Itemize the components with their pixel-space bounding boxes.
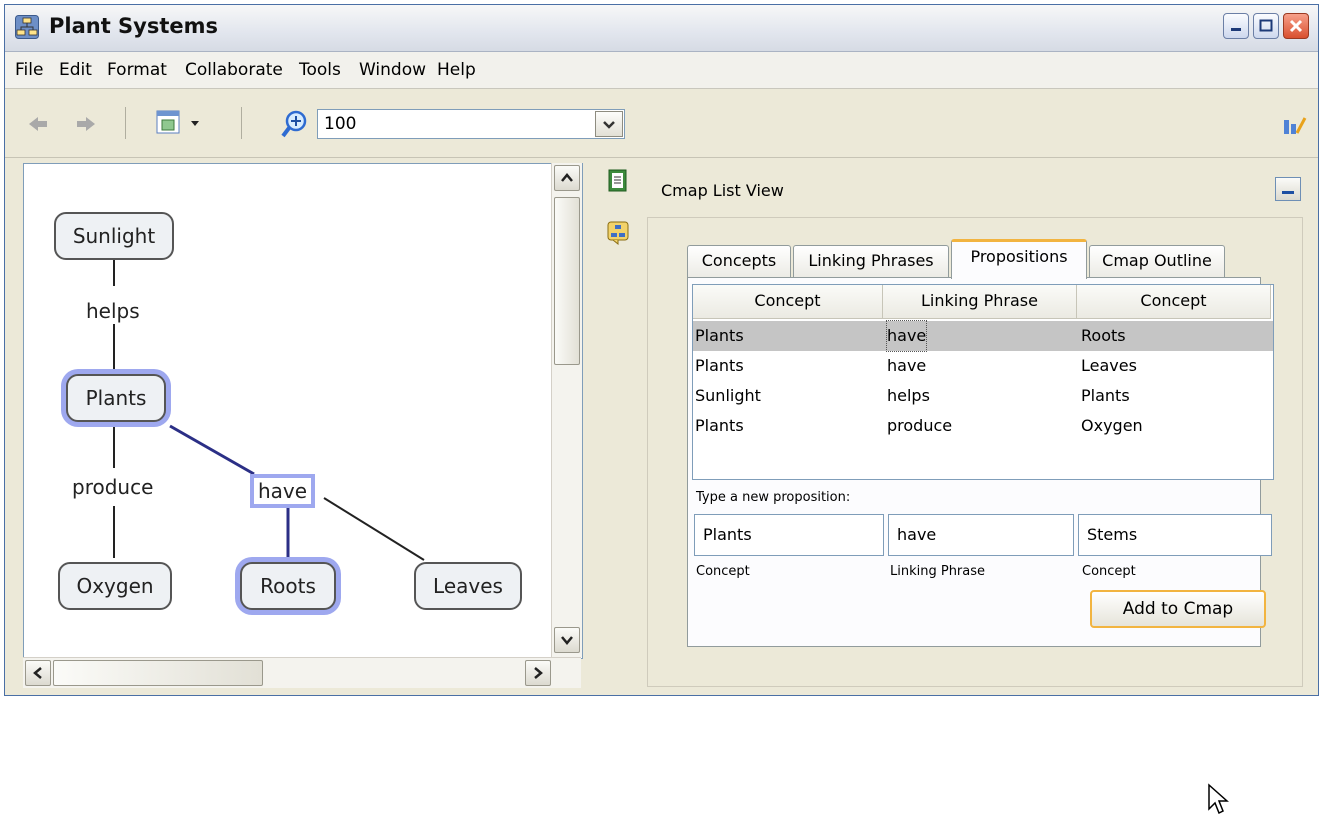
concept-sunlight[interactable]: Sunlight: [54, 212, 174, 260]
new-linking-phrase-input[interactable]: have: [888, 514, 1074, 556]
cmap-app-icon: [15, 15, 39, 39]
concept-oxygen[interactable]: Oxygen: [58, 562, 172, 610]
new-proposition-label: Type a new proposition:: [696, 490, 851, 505]
menu-format[interactable]: Format: [107, 60, 167, 80]
view-menu-icon[interactable]: [153, 109, 207, 139]
chevron-up-icon: [561, 173, 573, 182]
zoom-dropdown-button[interactable]: [595, 111, 623, 137]
minimize-icon: [1282, 191, 1294, 194]
back-arrow-icon[interactable]: [27, 115, 49, 133]
vertical-scrollbar[interactable]: [551, 163, 582, 657]
table-cell: Sunlight: [695, 386, 761, 405]
window-title: Plant Systems: [49, 14, 219, 38]
table-row[interactable]: Sunlight helps Plants: [693, 381, 1273, 411]
column-header-concept[interactable]: Concept: [693, 285, 883, 319]
link-have[interactable]: have: [249, 474, 316, 508]
scroll-right-button[interactable]: [525, 660, 551, 686]
concept-plants[interactable]: Plants: [66, 374, 166, 422]
view-switcher: [601, 165, 635, 265]
table-row[interactable]: Plants have Roots: [693, 320, 1273, 352]
concept-caption: Concept: [1082, 564, 1136, 579]
horizontal-scroll-thumb[interactable]: [53, 660, 263, 686]
tab-linking-phrases[interactable]: Linking Phrases: [793, 245, 949, 277]
zoom-icon[interactable]: [281, 109, 311, 139]
tab-propositions[interactable]: Propositions: [951, 239, 1087, 279]
column-header-concept[interactable]: Concept: [1077, 285, 1271, 319]
add-to-cmap-button[interactable]: Add to Cmap: [1090, 590, 1266, 628]
scroll-down-button[interactable]: [554, 627, 580, 653]
toolbar-separator: [125, 107, 126, 139]
concept-caption: Concept: [696, 564, 750, 579]
link-helps[interactable]: helps: [86, 298, 140, 324]
maximize-button[interactable]: [1253, 13, 1279, 39]
application-window: Plant Systems File Edit Format Collabora…: [4, 4, 1319, 815]
panel-title: Cmap List View: [661, 181, 784, 200]
vertical-scroll-thumb[interactable]: [554, 197, 580, 365]
new-target-concept-input[interactable]: Stems: [1078, 514, 1272, 556]
close-button[interactable]: [1283, 13, 1309, 39]
chevron-left-icon: [33, 667, 42, 679]
table-cell: have: [885, 320, 928, 352]
toolbar: 100: [5, 89, 1318, 158]
tab-concepts[interactable]: Concepts: [687, 245, 791, 277]
scroll-left-button[interactable]: [25, 660, 51, 686]
propositions-table[interactable]: Concept Linking Phrase Concept Plants ha…: [692, 284, 1274, 480]
table-cell: produce: [887, 416, 953, 435]
menu-help[interactable]: Help: [437, 60, 476, 80]
menu-edit[interactable]: Edit: [59, 60, 92, 80]
table-cell: Oxygen: [1081, 416, 1143, 435]
table-cell: Plants: [695, 356, 744, 375]
menu-file[interactable]: File: [15, 60, 43, 80]
table-cell: have: [887, 356, 927, 375]
scroll-up-button[interactable]: [554, 165, 580, 191]
table-cell: Roots: [1081, 326, 1126, 345]
cmap-view-icon[interactable]: [607, 221, 631, 245]
table-cell: Plants: [1081, 386, 1130, 405]
table-cell: Plants: [695, 416, 744, 435]
menu-window[interactable]: Window: [359, 60, 426, 80]
concept-roots[interactable]: Roots: [240, 562, 336, 610]
chevron-right-icon: [534, 667, 543, 679]
zoom-input[interactable]: 100: [317, 109, 625, 139]
propositions-tab-body: Concept Linking Phrase Concept Plants ha…: [687, 277, 1274, 647]
maximize-icon: [1259, 19, 1273, 32]
menu-collaborate[interactable]: Collaborate: [185, 60, 283, 80]
mouse-pointer-icon: [1208, 783, 1229, 815]
toolbar-separator: [241, 107, 242, 139]
zoom-value: 100: [324, 114, 357, 134]
menu-bar: File Edit Format Collaborate Tools Windo…: [5, 52, 1318, 89]
cmap-canvas[interactable]: Sunlight helps Plants produce have Oxyge…: [23, 163, 583, 659]
table-row[interactable]: Plants produce Oxygen: [693, 411, 1273, 441]
concept-leaves[interactable]: Leaves: [414, 562, 522, 610]
cmap-list-view-panel: Cmap List View Concepts Linking Phrases …: [641, 165, 1309, 815]
linking-phrase-caption: Linking Phrase: [890, 564, 986, 579]
link-produce[interactable]: produce: [72, 474, 154, 500]
panel-minimize-button[interactable]: [1275, 177, 1301, 201]
table-cell: Plants: [695, 326, 744, 345]
column-header-linking-phrase[interactable]: Linking Phrase: [883, 285, 1077, 319]
title-bar: Plant Systems: [5, 5, 1318, 52]
table-row[interactable]: Plants have Leaves: [693, 351, 1273, 381]
minimize-button[interactable]: [1223, 13, 1249, 39]
table-cell: helps: [887, 386, 930, 405]
forward-arrow-icon[interactable]: [75, 115, 97, 133]
table-cell: Leaves: [1081, 356, 1137, 375]
chevron-down-icon: [603, 121, 615, 129]
minimize-icon: [1231, 28, 1241, 31]
horizontal-scrollbar[interactable]: [23, 657, 581, 688]
menu-tools[interactable]: Tools: [299, 60, 341, 80]
chevron-down-icon: [561, 636, 573, 645]
list-view-icon[interactable]: [607, 169, 629, 193]
tab-cmap-outline[interactable]: Cmap Outline: [1089, 245, 1225, 277]
close-icon: [1289, 19, 1303, 33]
styles-icon[interactable]: [1283, 115, 1307, 137]
new-concept-input[interactable]: Plants: [694, 514, 884, 556]
